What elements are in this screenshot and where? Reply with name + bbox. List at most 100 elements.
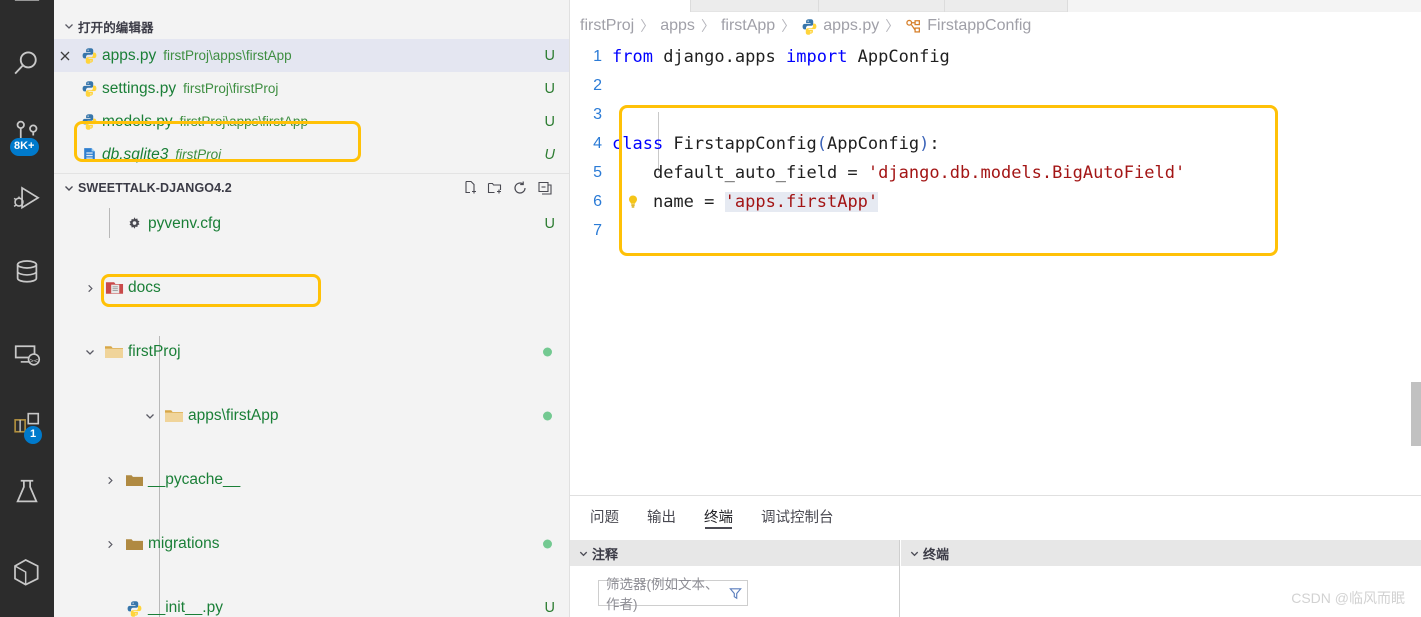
activity-item-extensions[interactable]: 1 (0, 396, 54, 450)
tab-stub[interactable] (691, 0, 819, 12)
tree-row[interactable]: __pycache__ (54, 464, 569, 496)
breadcrumb-item-apps-py[interactable]: apps.py (823, 17, 879, 35)
modified-indicator (543, 411, 552, 421)
symbol-class-icon (905, 18, 922, 35)
git-status-badge: U (544, 216, 555, 232)
token-operator: = (837, 162, 868, 183)
tree-row[interactable]: apps\firstApp (54, 400, 569, 432)
tree-row[interactable]: migrations (54, 528, 569, 560)
activity-item-search[interactable] (0, 36, 54, 90)
tab-label: 问题 (590, 509, 619, 526)
open-editor-name: db.sqlite3 (102, 145, 169, 163)
tree-row[interactable]: docs (54, 272, 569, 304)
chevron-down-icon[interactable] (140, 410, 160, 422)
tab-stub[interactable] (570, 0, 691, 12)
open-editor-path: firstProj\firstProj (183, 81, 279, 96)
activity-item-docker[interactable] (0, 545, 54, 599)
terminal-panel-title: 终端 (923, 546, 950, 562)
chevron-right-icon[interactable] (80, 283, 100, 294)
tree-item-label: docs (128, 279, 161, 296)
tree-row[interactable]: firstProj (54, 336, 569, 368)
open-editor-item[interactable]: models.py firstProj\apps\firstApp U (54, 105, 569, 138)
breadcrumb-item-class[interactable]: FirstappConfig (927, 17, 1031, 35)
code-line[interactable]: 6 name = 'apps.firstApp' (570, 187, 1421, 216)
chevron-down-icon (574, 544, 592, 562)
explorer-actions (460, 178, 569, 198)
breadcrumb-item-firstProj[interactable]: firstProj (580, 17, 634, 35)
tree-item-label: __init__.py (148, 599, 223, 616)
python-file-icon (76, 47, 102, 64)
line-number: 7 (593, 221, 602, 239)
tab-stub[interactable] (945, 0, 1068, 12)
code-editor[interactable]: 1 from django.apps import AppConfig 2 3 … (570, 40, 1421, 245)
open-editors-title: 打开的编辑器 (78, 20, 154, 35)
tab-terminal[interactable]: 终端 (704, 496, 733, 536)
open-editor-item[interactable]: db.sqlite3 firstProj U (54, 138, 569, 171)
gear-file-icon (120, 216, 148, 233)
open-editor-item[interactable]: settings.py firstProj\firstProj U (54, 72, 569, 105)
activity-item-source-control[interactable]: 8K+ (0, 106, 54, 160)
tab-label: 调试控制台 (761, 509, 834, 526)
editor-scrollbar[interactable] (1411, 382, 1421, 446)
activity-item-testing[interactable] (0, 465, 54, 519)
code-line-content: name = 'apps.firstApp' (612, 191, 879, 212)
activity-item-explorer-icon[interactable] (0, 0, 54, 28)
token-keyword: class (612, 133, 664, 154)
comments-filter-input[interactable]: 筛选器(例如文本、作者) (598, 577, 748, 612)
tree-row[interactable]: __init__.py U (54, 592, 569, 617)
explorer-section-header[interactable]: SWEETTALK-DJANGO4.2 (54, 173, 569, 201)
token-keyword: from (612, 46, 653, 67)
funnel-icon[interactable] (728, 586, 743, 601)
breadcrumb-item-apps[interactable]: apps (660, 17, 695, 35)
tab-problems[interactable]: 问题 (590, 496, 619, 536)
open-editor-item[interactable]: apps.py firstProj\apps\firstApp U (54, 39, 569, 72)
breadcrumb-item-firstApp[interactable]: firstApp (721, 17, 775, 35)
open-editors-header[interactable]: 打开的编辑器 (54, 13, 569, 39)
code-line[interactable]: 4 class FirstappConfig(AppConfig): (570, 129, 1421, 158)
chevron-right-icon[interactable] (100, 539, 120, 550)
terminal-faint-text: . . . . . . . . (1273, 611, 1381, 617)
chevron-right-icon[interactable] (100, 475, 120, 486)
code-line[interactable]: 1 from django.apps import AppConfig (570, 42, 1421, 71)
collapse-all-icon[interactable] (535, 178, 555, 198)
code-line[interactable]: 2 (570, 71, 1421, 100)
tab-stub[interactable] (819, 0, 945, 12)
svg-text:><: >< (30, 357, 38, 365)
tree-item-label: pyvenv.cfg (148, 215, 221, 232)
breadcrumb-separator: 〉 (640, 18, 655, 34)
terminal-panel-header[interactable]: 终端 (901, 540, 1421, 566)
chevron-down-icon (905, 544, 923, 562)
refresh-icon[interactable] (510, 178, 530, 198)
folder-open-icon (160, 408, 188, 424)
tab-output[interactable]: 输出 (647, 496, 676, 536)
open-editor-name: models.py (102, 112, 173, 130)
editor-area: firstProj 〉 apps 〉 firstApp 〉 apps.py 〉 (570, 0, 1421, 617)
file-tree: pyvenv.cfg U docs firstProj apps\firstAp… (54, 208, 569, 617)
chevron-down-icon[interactable] (80, 346, 100, 358)
breadcrumb-separator: 〉 (781, 18, 796, 34)
folder-open-icon (100, 344, 128, 360)
new-folder-icon[interactable] (485, 178, 505, 198)
comments-filter-placeholder: 筛选器(例如文本、作者) (606, 577, 719, 612)
lightbulb-icon[interactable] (625, 194, 641, 210)
close-icon[interactable] (54, 50, 76, 62)
source-control-badge: 8K+ (10, 138, 39, 156)
workspace-title: SWEETTALK-DJANGO4.2 (78, 180, 232, 195)
tree-item-label: apps\firstApp (188, 407, 279, 424)
activity-item-database[interactable] (0, 245, 54, 299)
tree-row[interactable]: pyvenv.cfg U (54, 208, 569, 240)
activity-item-run-debug[interactable] (0, 172, 54, 226)
line-number: 5 (593, 163, 602, 181)
code-line[interactable]: 7 (570, 216, 1421, 245)
tab-debug-console[interactable]: 调试控制台 (761, 496, 834, 536)
line-number: 6 (593, 192, 602, 210)
new-file-icon[interactable] (460, 178, 480, 198)
comments-panel-header[interactable]: 注释 (570, 540, 899, 566)
docker-icon (11, 556, 43, 588)
code-line[interactable]: 5 default_auto_field = 'django.db.models… (570, 158, 1421, 187)
folder-docs-icon (100, 280, 128, 296)
code-line[interactable]: 3 (570, 100, 1421, 129)
token-string: 'apps.firstApp' (724, 191, 879, 212)
activity-item-remote-explorer[interactable]: >< (0, 328, 54, 382)
token-colon: : (929, 133, 940, 154)
